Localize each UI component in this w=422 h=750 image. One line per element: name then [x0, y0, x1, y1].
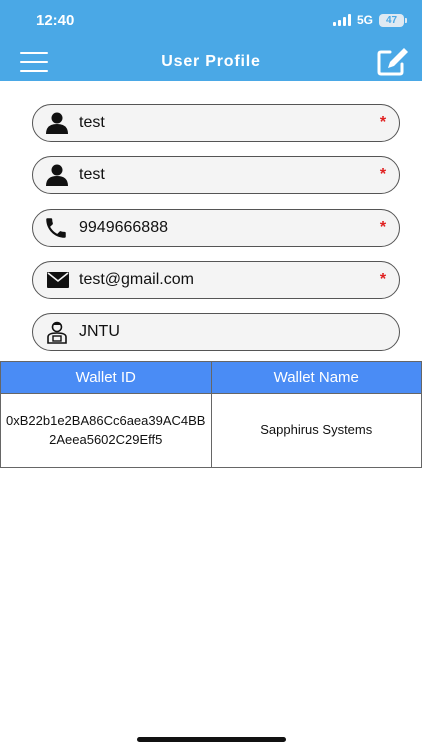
battery-icon: 47 — [379, 13, 407, 27]
email-field[interactable]: test@gmail.com * — [32, 261, 400, 299]
phone-field[interactable]: 9949666888 * — [32, 209, 400, 247]
battery-level: 47 — [385, 14, 398, 26]
wallet-table: Wallet ID Wallet Name 0xB22b1e2BA86Cc6ae… — [0, 361, 422, 468]
column-header-wallet-name: Wallet Name — [210, 361, 422, 394]
first-name-value: test — [79, 114, 105, 131]
table-row[interactable]: 0xB22b1e2BA86Cc6aea39AC4BB2Aeea5602C29Ef… — [0, 393, 422, 468]
user-profile-screen: 12:40 5G 47 User Profile test * test * 9… — [0, 0, 422, 750]
required-marker: * — [379, 219, 387, 236]
signal-icon — [332, 14, 351, 26]
home-indicator[interactable] — [137, 737, 286, 742]
last-name-value: test — [79, 166, 105, 183]
page-title: User Profile — [161, 53, 261, 70]
email-value: test@gmail.com — [79, 271, 194, 288]
network-type: 5G — [356, 13, 373, 27]
last-name-field[interactable]: test * — [32, 156, 400, 194]
column-header-wallet-id: Wallet ID — [0, 361, 212, 394]
status-indicators: 5G 47 — [332, 13, 407, 27]
first-name-field[interactable]: test * — [32, 104, 400, 142]
person-icon — [33, 104, 69, 142]
person-icon — [33, 156, 69, 194]
required-marker: * — [379, 114, 387, 131]
required-marker: * — [379, 271, 387, 288]
table-header-row: Wallet ID Wallet Name — [0, 361, 422, 394]
phone-icon — [33, 209, 69, 247]
wallet-id-cell: 0xB22b1e2BA86Cc6aea39AC4BB2Aeea5602C29Ef… — [0, 393, 212, 468]
student-icon — [33, 313, 69, 351]
required-marker: * — [379, 166, 387, 183]
wallet-name-cell: Sapphirus Systems — [210, 393, 422, 468]
institution-field[interactable]: JNTU — [32, 313, 400, 351]
phone-value: 9949666888 — [79, 219, 168, 236]
app-header: 12:40 5G 47 User Profile — [0, 0, 422, 81]
edit-icon[interactable] — [376, 46, 410, 76]
mail-icon — [33, 261, 69, 299]
institution-value: JNTU — [79, 323, 120, 340]
status-time: 12:40 — [36, 12, 75, 29]
